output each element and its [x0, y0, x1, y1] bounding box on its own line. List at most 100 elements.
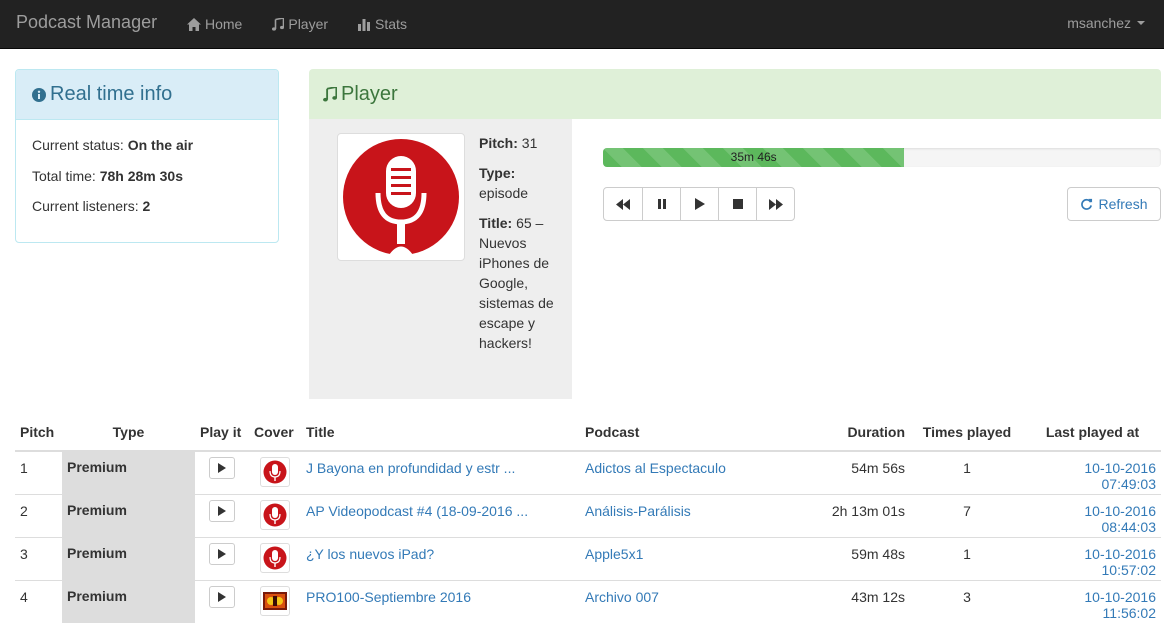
music-icon	[272, 17, 285, 31]
backward-icon	[616, 198, 630, 210]
row-times-played: 1	[910, 536, 1024, 580]
row-pitch: 1	[20, 460, 28, 476]
pitch-label: Pitch:	[479, 135, 518, 151]
player-heading: Player	[309, 69, 1161, 119]
table-row: 3 Premium ¿Y los nuevos iPad? Apple5x1 5…	[15, 536, 1161, 580]
microphone-logo-icon	[263, 503, 287, 526]
col-times-played: Times played	[910, 413, 1024, 452]
podcast-link[interactable]: Análisis-Parálisis	[585, 503, 691, 519]
last-played-link[interactable]: 10-10-2016 08:44:03	[1084, 503, 1156, 535]
row-play-button[interactable]	[209, 457, 235, 479]
cover-art-icon	[263, 591, 287, 610]
current-status-label: Current status:	[32, 137, 124, 153]
playback-controls	[603, 187, 795, 221]
type-label: Type:	[479, 165, 516, 181]
rewind-button[interactable]	[603, 187, 643, 221]
realtime-info-panel: Real time info Current status: On the ai…	[15, 69, 279, 243]
now-playing: Pitch: 31 Type: episode Title: 65 – Nuevo…	[309, 119, 572, 399]
row-cover	[249, 451, 301, 494]
col-play: Play it	[195, 413, 249, 452]
nav-stats-label: Stats	[375, 16, 407, 32]
navbar: Podcast Manager Home Player Stats msanch…	[0, 0, 1164, 49]
play-button[interactable]	[680, 187, 719, 221]
current-listeners-value: 2	[142, 198, 151, 214]
row-play-button[interactable]	[209, 499, 235, 522]
total-time: Total time: 78h 28m 30s	[32, 168, 183, 184]
total-time-value: 78h 28m 30s	[99, 168, 183, 184]
caret-down-icon	[1137, 21, 1145, 25]
playback-progress[interactable]: 35m 46s	[603, 148, 1161, 167]
type-value: episode	[479, 185, 529, 201]
col-last-played: Last played at	[1024, 413, 1161, 452]
progress-bar: 35m 46s	[603, 148, 905, 167]
realtime-info-heading: Real time info	[16, 70, 278, 120]
row-last-played: 10-10-2016 07:49:03	[1024, 451, 1161, 494]
row-cover	[249, 536, 301, 580]
row-type: Premium	[62, 493, 195, 537]
episode-link[interactable]: AP Videopodcast #4 (18-09-2016 ...	[306, 503, 528, 519]
table-row: 2 Premium AP Videopodcast #4 (18-09-2016…	[15, 493, 1161, 537]
row-cover	[249, 493, 301, 537]
total-time-label: Total time:	[32, 168, 96, 184]
podcast-link[interactable]: Adictos al Espectaculo	[585, 460, 726, 476]
current-listeners-label: Current listeners:	[32, 198, 139, 214]
user-menu[interactable]: msanchez	[1067, 15, 1145, 31]
podcast-link[interactable]: Archivo 007	[585, 589, 659, 605]
nav-home-label: Home	[205, 16, 243, 32]
row-times-played: 7	[910, 493, 1024, 537]
episode-title-label: Title:	[479, 215, 513, 231]
stop-button[interactable]	[718, 187, 757, 221]
row-times-played: 1	[963, 460, 971, 476]
episode-link[interactable]: PRO100-Septiembre 2016	[306, 589, 471, 605]
podcast-link[interactable]: Apple5x1	[585, 546, 643, 562]
microphone-logo-icon	[263, 460, 287, 484]
episode-link[interactable]: ¿Y los nuevos iPad?	[306, 546, 434, 562]
col-podcast: Podcast	[580, 413, 815, 452]
row-title: AP Videopodcast #4 (18-09-2016 ...	[301, 493, 580, 537]
cover-thumbnail	[260, 457, 290, 487]
last-played-link[interactable]: 10-10-2016 07:49:03	[1084, 460, 1156, 492]
stop-icon	[732, 199, 743, 209]
brand[interactable]: Podcast Manager	[16, 12, 157, 33]
nav-home[interactable]: Home	[172, 0, 257, 48]
play-icon	[218, 463, 226, 473]
stats-icon	[358, 18, 371, 31]
now-playing-cover	[337, 133, 465, 261]
pause-icon	[657, 199, 666, 209]
col-cover: Cover	[249, 413, 301, 452]
row-title: ¿Y los nuevos iPad?	[301, 536, 580, 580]
cover-thumbnail	[260, 542, 290, 573]
row-podcast: Análisis-Parálisis	[580, 493, 815, 537]
row-podcast: Adictos al Espectaculo	[580, 451, 815, 494]
row-podcast: Apple5x1	[580, 536, 815, 580]
row-play	[195, 493, 249, 537]
cover-thumbnail	[260, 585, 290, 616]
row-pitch: 2	[15, 493, 62, 537]
row-type: Premium	[62, 536, 195, 580]
play-icon	[694, 198, 705, 210]
forward-button[interactable]	[756, 187, 795, 221]
nav-stats[interactable]: Stats	[343, 0, 422, 48]
play-icon	[218, 548, 226, 559]
nav-player[interactable]: Player	[257, 0, 343, 48]
pause-button[interactable]	[642, 187, 681, 221]
podcast-table: Pitch Type Play it Cover Title Podcast D…	[15, 413, 1161, 623]
row-play-button[interactable]	[209, 585, 235, 608]
home-icon	[187, 17, 201, 31]
microphone-logo-icon	[343, 139, 459, 255]
refresh-icon	[1081, 198, 1093, 210]
play-icon	[218, 505, 226, 516]
col-type: Type	[62, 413, 195, 452]
episode-link[interactable]: J Bayona en profundidad y estr ...	[306, 460, 515, 476]
last-played-link[interactable]: 10-10-2016 10:57:02	[1084, 546, 1156, 578]
col-duration: Duration	[815, 413, 910, 452]
col-title: Title	[301, 413, 580, 452]
last-played-link[interactable]: 10-10-2016 11:56:02	[1084, 589, 1156, 621]
cover-thumbnail	[260, 499, 290, 530]
refresh-button[interactable]: Refresh	[1067, 187, 1161, 221]
row-last-played: 10-10-2016 10:57:02	[1024, 536, 1161, 580]
row-duration: 59m 48s	[815, 536, 910, 580]
row-last-played: 10-10-2016 08:44:03	[1024, 493, 1161, 537]
row-play-button[interactable]	[209, 542, 235, 565]
player-title: Player	[341, 82, 398, 105]
